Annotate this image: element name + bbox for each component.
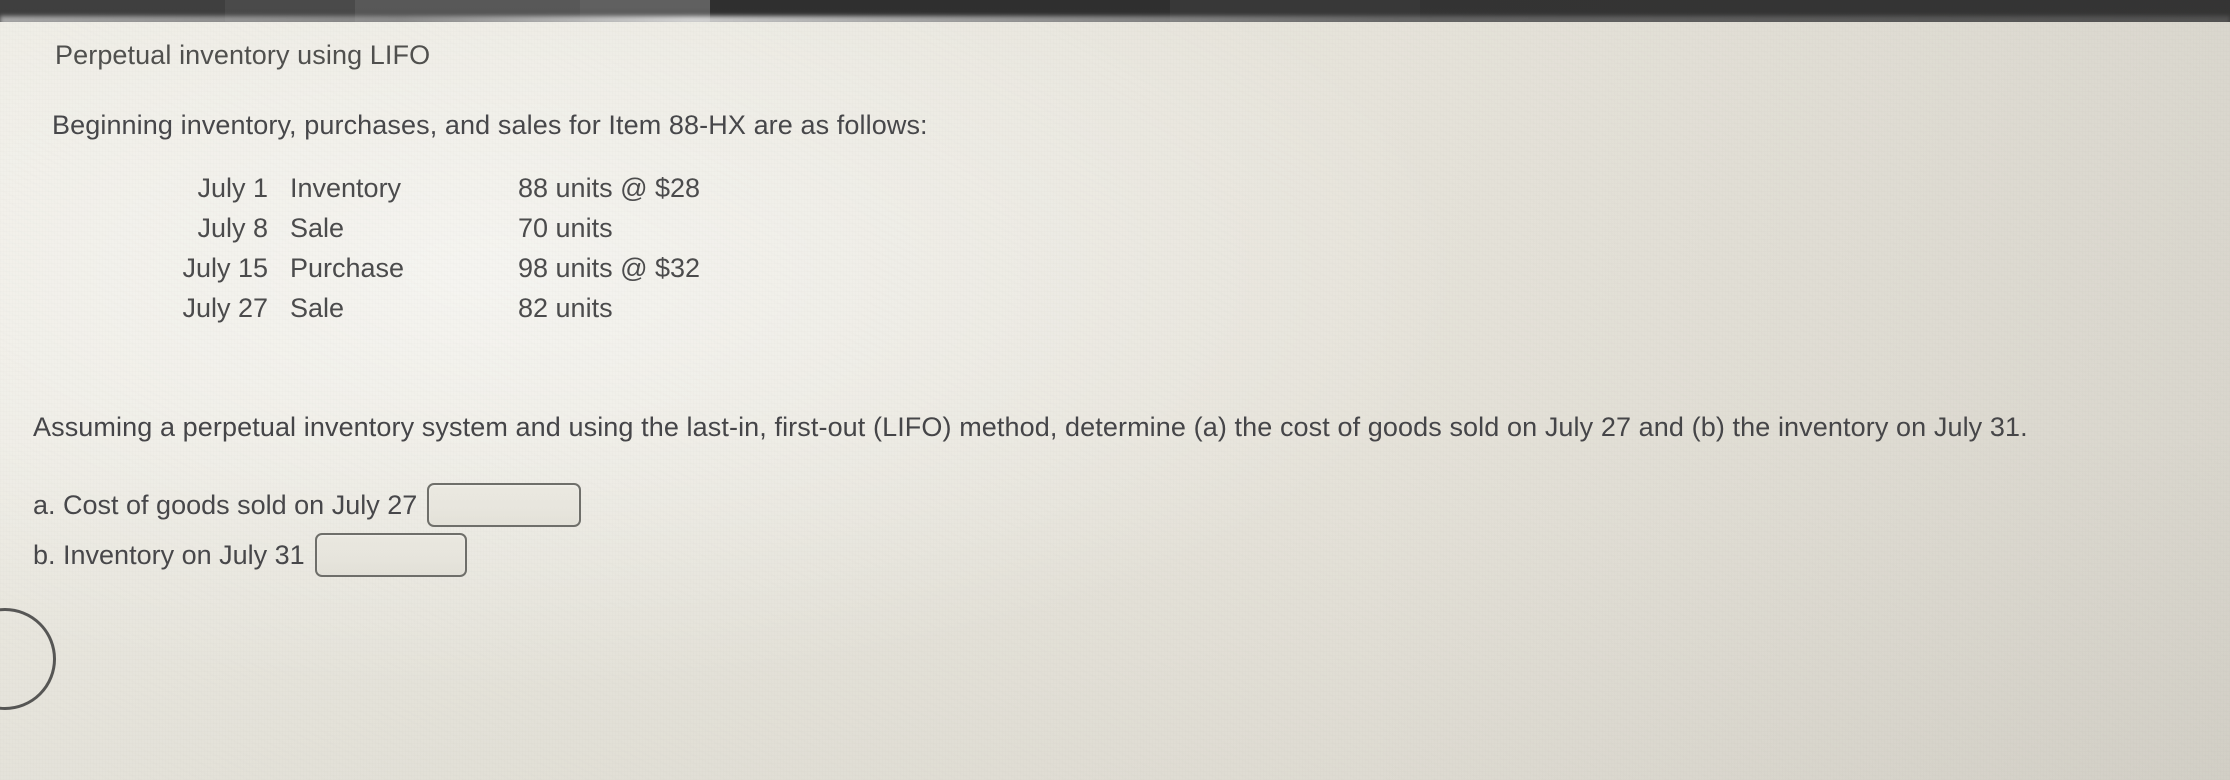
screenshot-root: Perpetual inventory using LIFO Beginning… (0, 0, 2230, 780)
photo-vignette (0, 0, 2230, 780)
